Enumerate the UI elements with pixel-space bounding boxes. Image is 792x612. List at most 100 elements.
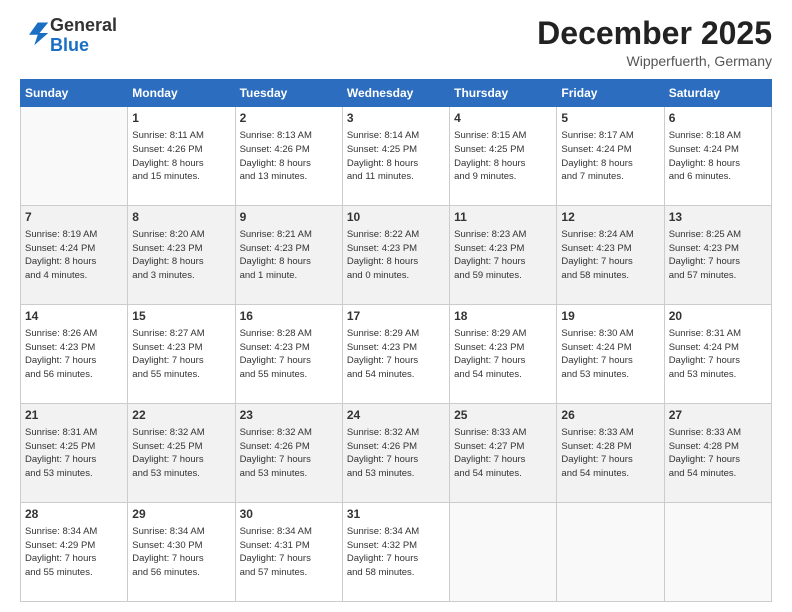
day-info: Sunrise: 8:33 AM Sunset: 4:27 PM Dayligh… — [454, 426, 552, 481]
table-row: 22Sunrise: 8:32 AM Sunset: 4:25 PM Dayli… — [128, 404, 235, 503]
day-number: 28 — [25, 506, 123, 523]
col-sunday: Sunday — [21, 80, 128, 107]
day-number: 15 — [132, 308, 230, 325]
day-number: 9 — [240, 209, 338, 226]
day-number: 11 — [454, 209, 552, 226]
day-info: Sunrise: 8:23 AM Sunset: 4:23 PM Dayligh… — [454, 228, 552, 283]
day-number: 30 — [240, 506, 338, 523]
table-row: 24Sunrise: 8:32 AM Sunset: 4:26 PM Dayli… — [342, 404, 449, 503]
title-block: December 2025 Wipperfuerth, Germany — [537, 16, 772, 69]
day-number: 5 — [561, 110, 659, 127]
table-row: 5 Sunrise: 8:17 AM Sunset: 4:24 PM Daylig… — [557, 107, 664, 206]
day-info: Sunrise: 8:32 AM Sunset: 4:26 PM Dayligh… — [240, 426, 338, 481]
day-number: 16 — [240, 308, 338, 325]
day-number: 4 — [454, 110, 552, 127]
table-row: 2Sunrise: 8:13 AM Sunset: 4:26 PM Daylig… — [235, 107, 342, 206]
location-title: Wipperfuerth, Germany — [537, 53, 772, 69]
day-info: Sunrise: 8:29 AM Sunset: 4:23 PM Dayligh… — [454, 327, 552, 382]
day-number: 13 — [669, 209, 767, 226]
logo-icon — [22, 19, 50, 47]
day-info: Sunrise: 8:14 AM Sunset: 4:25 PM Dayligh… — [347, 129, 445, 184]
calendar-week-row: 28 Sunrise: 8:34 AM Sunset: 4:29 PM Dayli… — [21, 503, 772, 602]
day-info: Sunrise: 8:15 AM Sunset: 4:25 PM Dayligh… — [454, 129, 552, 184]
day-info: Sunrise: 8:25 AM Sunset: 4:23 PM Dayligh… — [669, 228, 767, 283]
day-number: 7 — [25, 209, 123, 226]
day-number: 12 — [561, 209, 659, 226]
table-row: 16 Sunrise: 8:28 AM Sunset: 4:23 PM Dayli… — [235, 305, 342, 404]
table-row: 20Sunrise: 8:31 AM Sunset: 4:24 PM Dayli… — [664, 305, 771, 404]
day-info: Sunrise: 8:27 AM Sunset: 4:23 PM Dayligh… — [132, 327, 230, 382]
calendar-table: Sunday Monday Tuesday Wednesday Thursday… — [20, 79, 772, 602]
table-row: 27 Sunrise: 8:33 AM Sunset: 4:28 PM Dayli… — [664, 404, 771, 503]
day-info: Sunrise: 8:18 AM Sunset: 4:24 PM Dayligh… — [669, 129, 767, 184]
table-row: 21 Sunrise: 8:31 AM Sunset: 4:25 PM Dayli… — [21, 404, 128, 503]
month-title: December 2025 — [537, 16, 772, 51]
logo-blue-text: Blue — [50, 36, 117, 56]
day-info: Sunrise: 8:21 AM Sunset: 4:23 PM Dayligh… — [240, 228, 338, 283]
day-info: Sunrise: 8:34 AM Sunset: 4:29 PM Dayligh… — [25, 525, 123, 580]
day-number: 27 — [669, 407, 767, 424]
table-row: 15 Sunrise: 8:27 AM Sunset: 4:23 PM Dayli… — [128, 305, 235, 404]
table-row — [450, 503, 557, 602]
day-number: 25 — [454, 407, 552, 424]
col-tuesday: Tuesday — [235, 80, 342, 107]
day-number: 21 — [25, 407, 123, 424]
table-row: 29Sunrise: 8:34 AM Sunset: 4:30 PM Dayli… — [128, 503, 235, 602]
day-number: 17 — [347, 308, 445, 325]
table-row: 25 Sunrise: 8:33 AM Sunset: 4:27 PM Dayli… — [450, 404, 557, 503]
table-row: 23 Sunrise: 8:32 AM Sunset: 4:26 PM Dayli… — [235, 404, 342, 503]
day-info: Sunrise: 8:34 AM Sunset: 4:30 PM Dayligh… — [132, 525, 230, 580]
table-row — [664, 503, 771, 602]
day-number: 1 — [132, 110, 230, 127]
col-friday: Friday — [557, 80, 664, 107]
day-info: Sunrise: 8:31 AM Sunset: 4:25 PM Dayligh… — [25, 426, 123, 481]
day-number: 10 — [347, 209, 445, 226]
day-number: 3 — [347, 110, 445, 127]
table-row: 7 Sunrise: 8:19 AM Sunset: 4:24 PM Daylig… — [21, 206, 128, 305]
calendar-week-row: 21 Sunrise: 8:31 AM Sunset: 4:25 PM Dayli… — [21, 404, 772, 503]
day-info: Sunrise: 8:31 AM Sunset: 4:24 PM Dayligh… — [669, 327, 767, 382]
day-number: 8 — [132, 209, 230, 226]
day-info: Sunrise: 8:19 AM Sunset: 4:24 PM Dayligh… — [25, 228, 123, 283]
header: General Blue December 2025 Wipperfuerth,… — [20, 16, 772, 69]
day-info: Sunrise: 8:17 AM Sunset: 4:24 PM Dayligh… — [561, 129, 659, 184]
day-info: Sunrise: 8:24 AM Sunset: 4:23 PM Dayligh… — [561, 228, 659, 283]
day-number: 26 — [561, 407, 659, 424]
day-number: 22 — [132, 407, 230, 424]
day-number: 14 — [25, 308, 123, 325]
day-info: Sunrise: 8:11 AM Sunset: 4:26 PM Dayligh… — [132, 129, 230, 184]
calendar-week-row: 14 Sunrise: 8:26 AM Sunset: 4:23 PM Dayli… — [21, 305, 772, 404]
day-info: Sunrise: 8:28 AM Sunset: 4:23 PM Dayligh… — [240, 327, 338, 382]
table-row — [21, 107, 128, 206]
day-info: Sunrise: 8:29 AM Sunset: 4:23 PM Dayligh… — [347, 327, 445, 382]
day-number: 19 — [561, 308, 659, 325]
day-info: Sunrise: 8:33 AM Sunset: 4:28 PM Dayligh… — [669, 426, 767, 481]
page: General Blue December 2025 Wipperfuerth,… — [0, 0, 792, 612]
logo-general-text: General — [50, 16, 117, 36]
table-row: 11 Sunrise: 8:23 AM Sunset: 4:23 PM Dayli… — [450, 206, 557, 305]
day-info: Sunrise: 8:34 AM Sunset: 4:31 PM Dayligh… — [240, 525, 338, 580]
table-row: 26 Sunrise: 8:33 AM Sunset: 4:28 PM Dayli… — [557, 404, 664, 503]
table-row: 28 Sunrise: 8:34 AM Sunset: 4:29 PM Dayli… — [21, 503, 128, 602]
day-info: Sunrise: 8:13 AM Sunset: 4:26 PM Dayligh… — [240, 129, 338, 184]
calendar-header-row: Sunday Monday Tuesday Wednesday Thursday… — [21, 80, 772, 107]
day-info: Sunrise: 8:34 AM Sunset: 4:32 PM Dayligh… — [347, 525, 445, 580]
table-row: 17 Sunrise: 8:29 AM Sunset: 4:23 PM Dayli… — [342, 305, 449, 404]
col-saturday: Saturday — [664, 80, 771, 107]
col-wednesday: Wednesday — [342, 80, 449, 107]
table-row: 18 Sunrise: 8:29 AM Sunset: 4:23 PM Dayli… — [450, 305, 557, 404]
table-row: 31Sunrise: 8:34 AM Sunset: 4:32 PM Dayli… — [342, 503, 449, 602]
day-info: Sunrise: 8:32 AM Sunset: 4:26 PM Dayligh… — [347, 426, 445, 481]
day-number: 23 — [240, 407, 338, 424]
day-info: Sunrise: 8:33 AM Sunset: 4:28 PM Dayligh… — [561, 426, 659, 481]
table-row: 12 Sunrise: 8:24 AM Sunset: 4:23 PM Dayli… — [557, 206, 664, 305]
table-row: 3 Sunrise: 8:14 AM Sunset: 4:25 PM Daylig… — [342, 107, 449, 206]
day-number: 18 — [454, 308, 552, 325]
table-row: 9 Sunrise: 8:21 AM Sunset: 4:23 PM Daylig… — [235, 206, 342, 305]
col-thursday: Thursday — [450, 80, 557, 107]
table-row: 14 Sunrise: 8:26 AM Sunset: 4:23 PM Dayli… — [21, 305, 128, 404]
day-info: Sunrise: 8:26 AM Sunset: 4:23 PM Dayligh… — [25, 327, 123, 382]
table-row: 30 Sunrise: 8:34 AM Sunset: 4:31 PM Dayli… — [235, 503, 342, 602]
calendar-week-row: 7 Sunrise: 8:19 AM Sunset: 4:24 PM Daylig… — [21, 206, 772, 305]
table-row: 6Sunrise: 8:18 AM Sunset: 4:24 PM Daylig… — [664, 107, 771, 206]
